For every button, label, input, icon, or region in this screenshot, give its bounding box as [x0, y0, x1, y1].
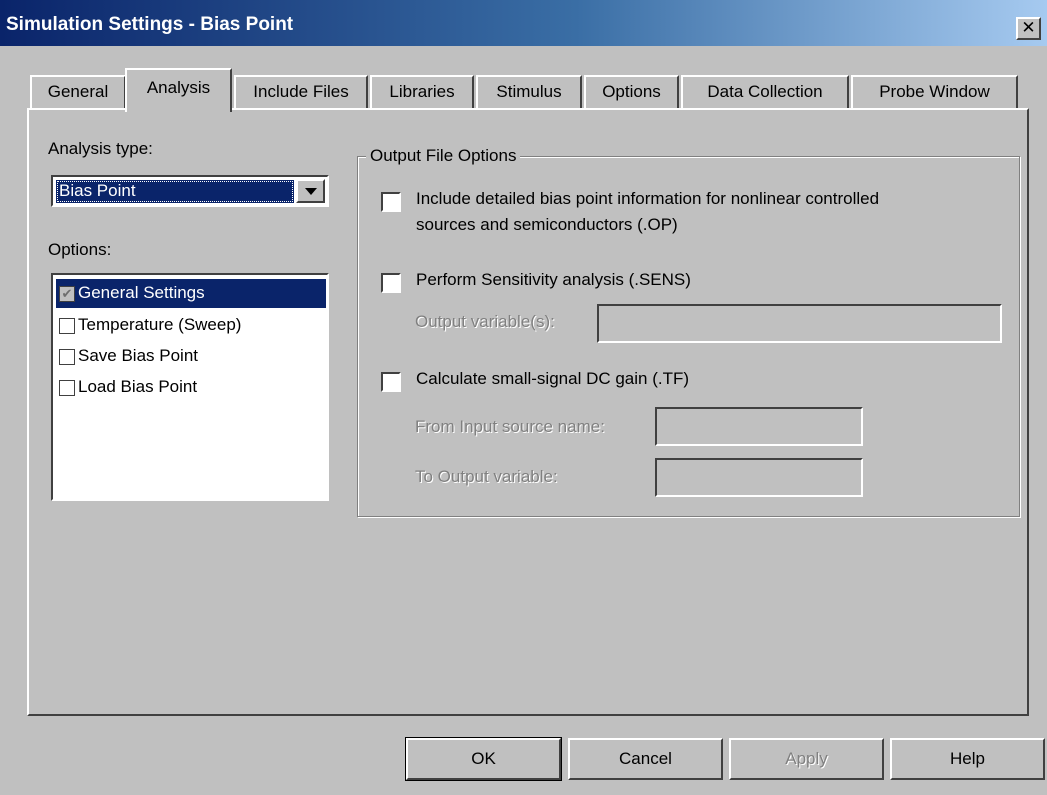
tab-include-files[interactable]: Include Files: [234, 75, 368, 110]
op-checkbox[interactable]: [381, 192, 401, 212]
output-file-options-title: Output File Options: [366, 146, 521, 166]
cancel-button[interactable]: Cancel: [568, 738, 723, 780]
from-input-field[interactable]: [655, 407, 863, 446]
list-item-label: General Settings: [78, 283, 205, 302]
tf-checkbox[interactable]: [381, 372, 401, 392]
list-item-general-settings[interactable]: ✔ General Settings: [56, 279, 326, 308]
options-label: Options:: [48, 240, 112, 259]
tab-probe-window[interactable]: Probe Window: [851, 75, 1018, 110]
list-item-label: Temperature (Sweep): [78, 315, 242, 334]
tab-libraries[interactable]: Libraries: [370, 75, 474, 110]
chevron-down-icon: [305, 188, 317, 195]
simulation-settings-dialog: Simulation Settings - Bias Point ✕ Gener…: [0, 0, 1047, 795]
analysis-type-value: Bias Point: [56, 180, 294, 203]
tab-general[interactable]: General: [30, 75, 126, 110]
sens-label: Perform Sensitivity analysis (.SENS): [416, 270, 691, 289]
list-item-load-bias-point[interactable]: Load Bias Point: [56, 373, 326, 402]
tab-options[interactable]: Options: [584, 75, 679, 110]
output-variables-label: Output variable(s):: [415, 312, 555, 331]
apply-button[interactable]: Apply: [729, 738, 884, 780]
checkbox-icon[interactable]: [59, 380, 75, 396]
ok-button[interactable]: OK: [405, 737, 562, 781]
list-item-temperature-sweep[interactable]: Temperature (Sweep): [56, 311, 326, 340]
checkbox-icon[interactable]: ✔: [59, 286, 75, 302]
window-title: Simulation Settings - Bias Point: [6, 14, 294, 35]
sens-checkbox[interactable]: [381, 273, 401, 293]
tab-data-collection[interactable]: Data Collection: [681, 75, 849, 110]
tab-stimulus[interactable]: Stimulus: [476, 75, 582, 110]
checkbox-icon[interactable]: [59, 349, 75, 365]
to-output-label: To Output variable:: [415, 467, 558, 486]
tf-label: Calculate small-signal DC gain (.TF): [416, 369, 690, 388]
close-button[interactable]: ✕: [1016, 17, 1041, 40]
to-output-field[interactable]: [655, 458, 863, 497]
list-item-label: Load Bias Point: [78, 377, 198, 396]
list-item-save-bias-point[interactable]: Save Bias Point: [56, 342, 326, 371]
from-input-label: From Input source name:: [415, 417, 605, 436]
checkbox-icon[interactable]: [59, 318, 75, 334]
analysis-type-label: Analysis type:: [48, 139, 153, 158]
tab-analysis[interactable]: Analysis: [125, 68, 232, 112]
analysis-type-select[interactable]: Bias Point: [51, 175, 329, 207]
options-listbox[interactable]: ✔ General Settings Temperature (Sweep) S…: [51, 273, 329, 501]
output-variables-field[interactable]: [597, 304, 1002, 343]
title-bar[interactable]: Simulation Settings - Bias Point ✕: [0, 0, 1047, 46]
op-label-line1: Include detailed bias point information …: [416, 189, 880, 208]
help-button[interactable]: Help: [890, 738, 1045, 780]
list-item-label: Save Bias Point: [78, 346, 199, 365]
dropdown-button[interactable]: [296, 179, 325, 203]
op-label-line2: sources and semiconductors (.OP): [416, 215, 678, 234]
